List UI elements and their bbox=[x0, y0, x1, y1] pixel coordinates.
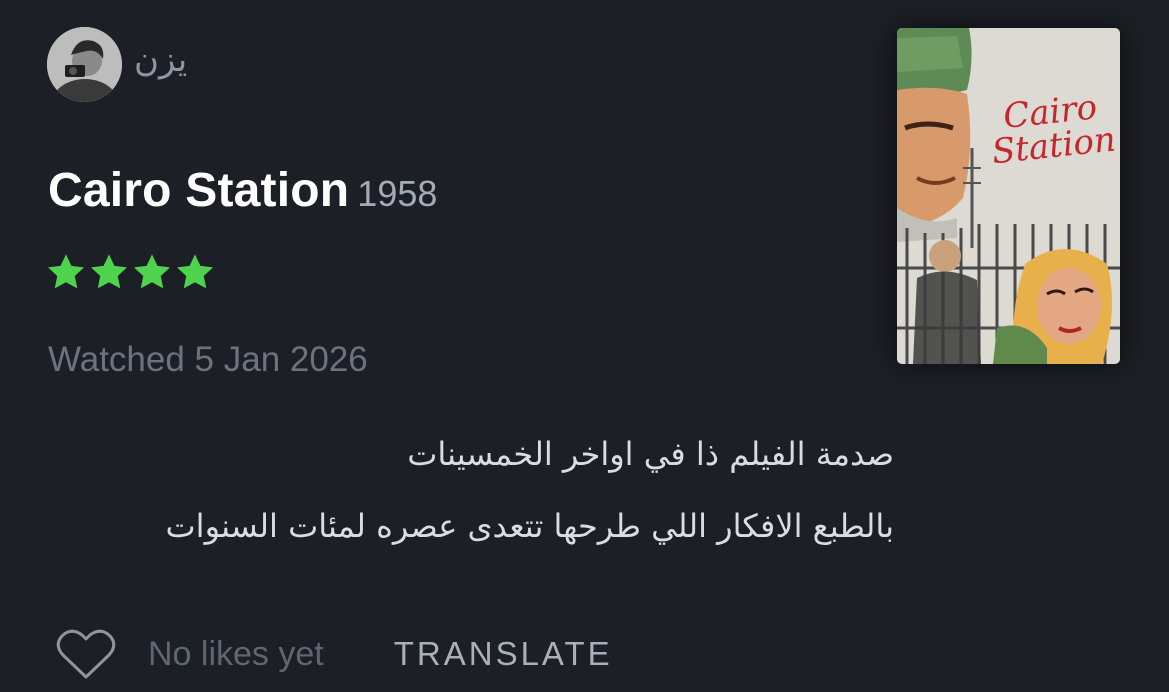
username[interactable]: يزن bbox=[134, 40, 187, 80]
like-button[interactable] bbox=[56, 628, 116, 680]
avatar-photo bbox=[47, 27, 122, 102]
likes-count: No likes yet bbox=[148, 634, 324, 673]
translate-button[interactable]: TRANSLATE bbox=[394, 635, 613, 673]
star-icon bbox=[46, 253, 86, 291]
heart-outline-icon bbox=[56, 629, 116, 679]
star-icon bbox=[89, 253, 129, 291]
film-title[interactable]: Cairo Station bbox=[48, 164, 349, 217]
star-icon bbox=[175, 253, 215, 291]
watched-date: Watched 5 Jan 2026 bbox=[48, 340, 368, 379]
film-poster[interactable] bbox=[897, 28, 1120, 364]
poster-title: Cairo Station bbox=[979, 87, 1125, 172]
film-year[interactable]: 1958 bbox=[357, 173, 437, 214]
review-line: بالطبع الافكار اللي طرحها تتعدى عصره لمئ… bbox=[165, 507, 894, 545]
review-footer: No likes yet TRANSLATE bbox=[56, 628, 613, 680]
poster-artwork bbox=[897, 28, 1120, 364]
review-line: صدمة الفيلم ذا في اواخر الخمسينات bbox=[407, 435, 894, 473]
star-rating bbox=[46, 253, 215, 291]
avatar[interactable] bbox=[47, 27, 122, 102]
film-heading: Cairo Station 1958 bbox=[48, 163, 437, 218]
star-icon bbox=[132, 253, 172, 291]
review-text: صدمة الفيلم ذا في اواخر الخمسينات بالطبع… bbox=[44, 418, 894, 562]
